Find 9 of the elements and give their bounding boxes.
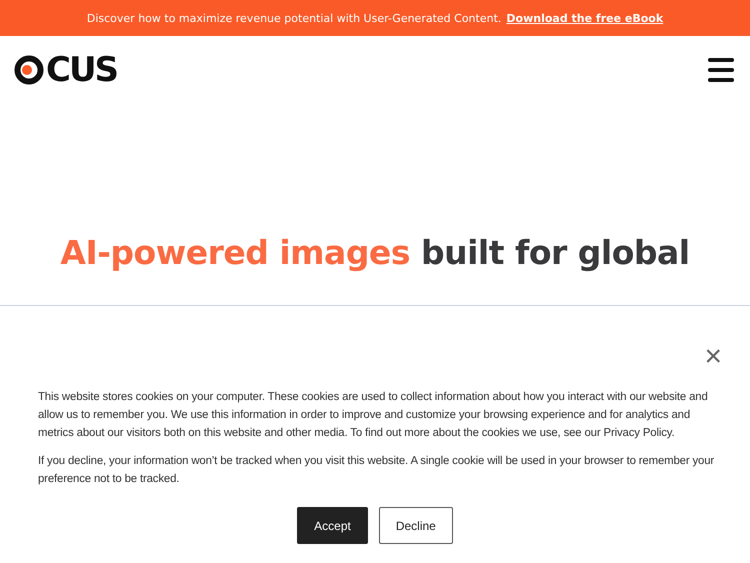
cookie-paragraph: If you decline, your information won’t be tracked when you visit this website. A single cookie will be used in your browser to remember your preference not to be tracked. <box>38 454 716 487</box>
close-button[interactable]: × <box>704 346 722 368</box>
menu-button[interactable] <box>708 58 734 82</box>
hero-title: AI-powered images built for global <box>59 232 691 274</box>
accept-button[interactable]: Accept <box>297 507 368 544</box>
cookie-paragraph: This website stores cookies on your computer. These cookies are used to collect information about how you interact with our website and allow us to remember you. We use this information in order to improve and customize your browsing experience and for analytics and metrics about our visitors both on this website and other media. To find out more about the cookies we use, see our Privacy Policy. <box>38 390 709 441</box>
announcement-text: Discover how to maximize revenue potential with User-Generated Content. <box>86 12 502 24</box>
decline-button[interactable]: Decline <box>378 507 453 544</box>
logo-text[interactable]: CUS <box>46 53 118 87</box>
